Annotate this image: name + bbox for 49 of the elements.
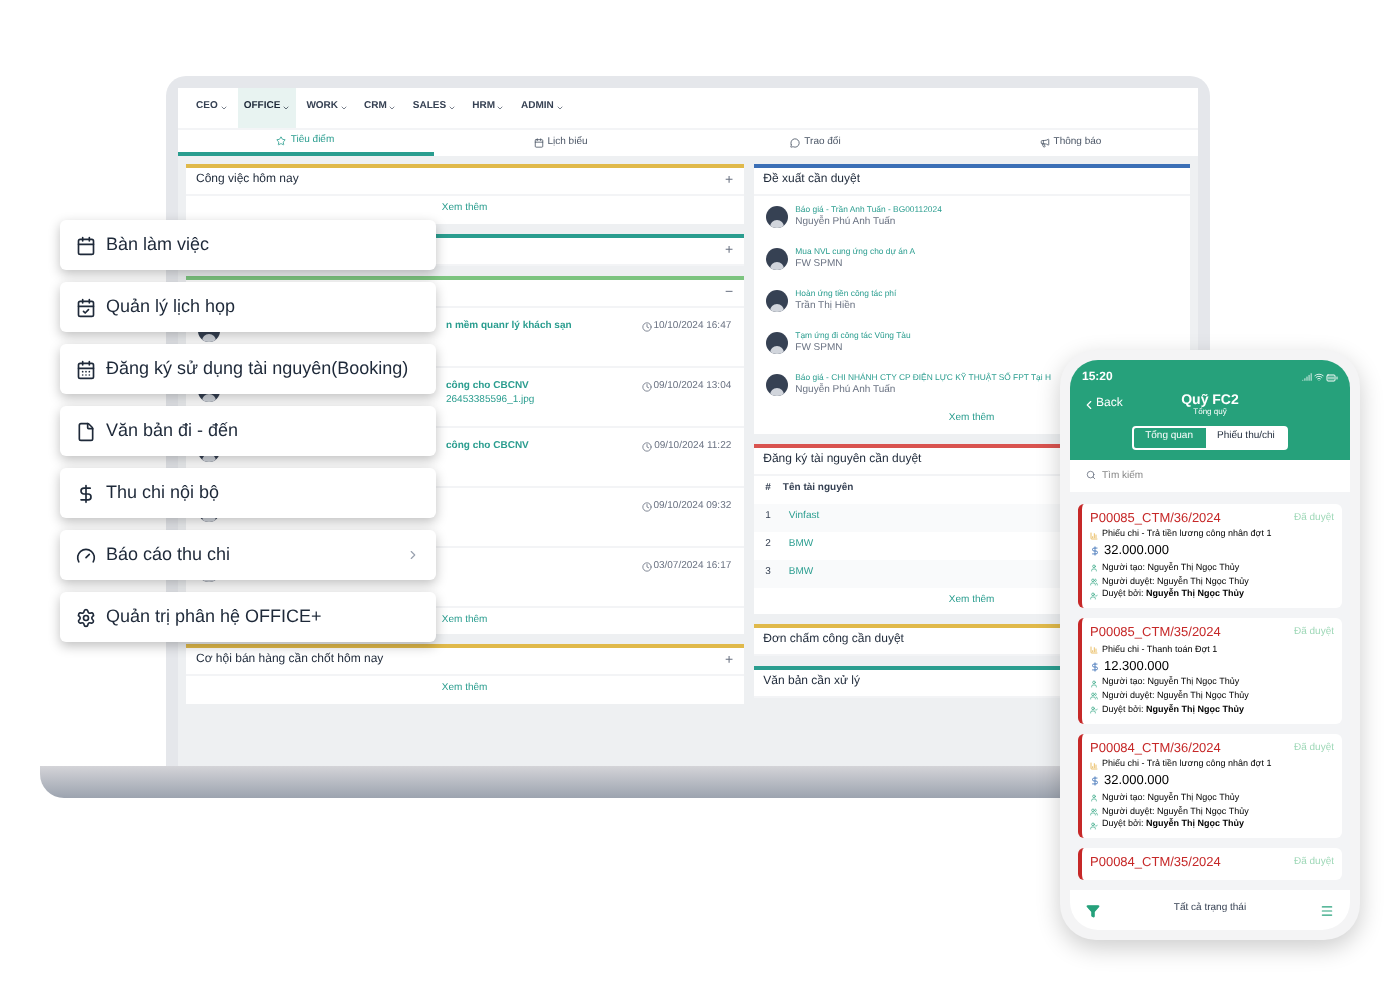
menu-item[interactable]: Bàn làm việc (60, 220, 436, 270)
user-icon (1090, 679, 1098, 688)
clock-icon (642, 441, 653, 452)
menu-item-icon (76, 359, 96, 379)
menu-item-icon (76, 607, 96, 627)
tab-icon (276, 136, 287, 146)
chart-icon (1090, 646, 1098, 655)
menu-item[interactable]: Văn bản đi - đến (60, 406, 436, 456)
users-icon (1090, 577, 1098, 586)
avatar-icon (765, 248, 788, 270)
clock-icon (641, 501, 652, 512)
dollar-icon (1090, 546, 1100, 557)
menu-item[interactable]: Quản lý lịch họp (60, 282, 436, 332)
menu-item[interactable]: Quản trị phân hệ OFFICE+ (60, 592, 436, 642)
menu-item-icon (76, 235, 96, 255)
filter-icon[interactable] (1086, 903, 1100, 917)
user-check-icon (1090, 821, 1098, 830)
user-icon (1090, 794, 1098, 803)
users-icon (1090, 807, 1098, 816)
chevron-left-icon (1082, 397, 1096, 411)
menu-item-icon (76, 421, 96, 441)
tab-icon (1039, 138, 1050, 148)
avatar-icon (765, 206, 788, 228)
clock-icon (641, 321, 652, 332)
menu-item-icon (76, 545, 96, 565)
chart-icon (1090, 531, 1098, 540)
menu-icon[interactable] (1319, 903, 1334, 917)
avatar-icon (765, 374, 788, 396)
menu-item-icon (76, 483, 96, 503)
user-check-icon (1090, 706, 1098, 715)
dollar-icon (1090, 776, 1100, 787)
avatar-icon (765, 332, 788, 354)
menu-item[interactable]: Báo cáo thu chi (60, 530, 436, 580)
clock-icon (641, 381, 652, 392)
tab-icon (533, 138, 544, 148)
dollar-icon (1090, 661, 1100, 672)
battery-icon (1326, 372, 1338, 384)
search-icon (1086, 470, 1096, 480)
clock-icon (641, 561, 652, 572)
user-icon (1090, 564, 1098, 573)
user-check-icon (1090, 591, 1098, 600)
chart-icon (1090, 761, 1098, 770)
signal-icon (1302, 372, 1312, 382)
menu-item-icon (76, 297, 96, 317)
menu-item[interactable]: Đăng ký sử dụng tài nguyên(Booking) (60, 344, 436, 394)
avatar-icon (765, 290, 788, 312)
wifi-icon (1314, 372, 1324, 382)
tab-icon (790, 138, 801, 148)
users-icon (1090, 692, 1098, 701)
